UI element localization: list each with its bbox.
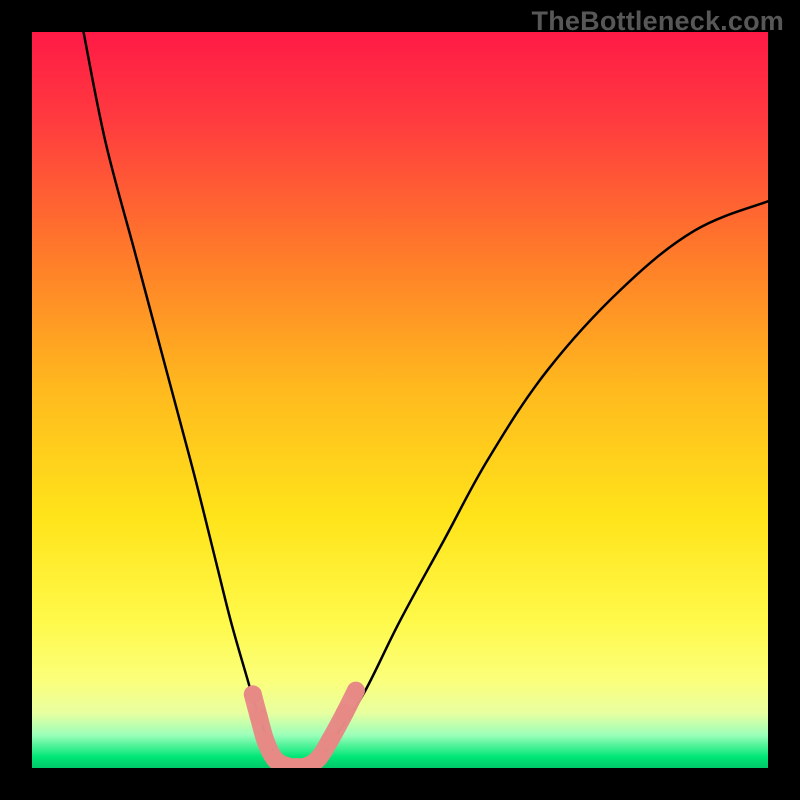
marker-dot bbox=[257, 733, 275, 751]
marker-dot bbox=[347, 682, 365, 700]
marker-dot bbox=[244, 685, 262, 703]
gradient-background bbox=[32, 32, 768, 768]
watermark-text: TheBottleneck.com bbox=[532, 6, 784, 37]
plot-area bbox=[32, 32, 768, 768]
marker-dot bbox=[310, 749, 328, 767]
chart-svg bbox=[32, 32, 768, 768]
marker-dot bbox=[336, 704, 354, 722]
marker-dot bbox=[321, 731, 339, 749]
marker-dot bbox=[250, 707, 268, 725]
chart-frame: TheBottleneck.com bbox=[0, 0, 800, 800]
